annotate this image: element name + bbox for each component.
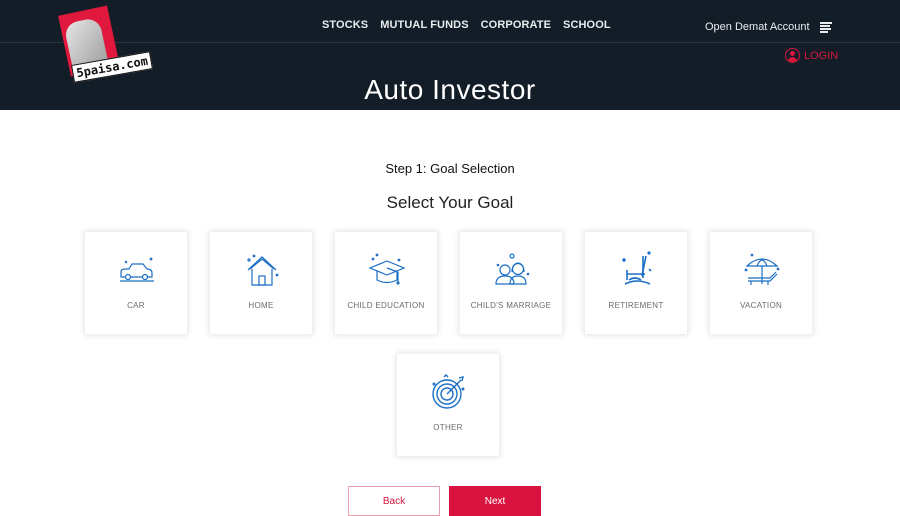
goal-label: OTHER: [433, 423, 463, 432]
goal-label: CHILD EDUCATION: [347, 301, 425, 310]
rocking-chair-icon: [622, 251, 652, 285]
nav-school[interactable]: SCHOOL: [563, 19, 611, 31]
user-icon: [785, 48, 800, 63]
next-button[interactable]: Next: [449, 486, 541, 516]
goal-card-home[interactable]: HOME: [209, 231, 313, 335]
graduation-cap-icon: [368, 253, 406, 285]
hamburger-menu-icon[interactable]: [820, 22, 832, 33]
goal-card-car[interactable]: CAR: [84, 231, 188, 335]
section-title: Select Your Goal: [386, 193, 514, 212]
main-nav: STOCKS MUTUAL FUNDS CORPORATE SCHOOL: [322, 19, 611, 31]
goal-card-other[interactable]: OTHER: [396, 353, 500, 457]
beach-umbrella-icon: [744, 253, 780, 285]
logo[interactable]: 5paisa.com: [58, 5, 154, 84]
back-button[interactable]: Back: [348, 486, 440, 516]
step-indicator: Step 1: Goal Selection: [385, 161, 515, 176]
nav-stocks[interactable]: STOCKS: [322, 19, 368, 31]
goal-card-childs-marriage[interactable]: CHILD'S MARRIAGE: [459, 231, 563, 335]
goal-label: CHILD'S MARRIAGE: [470, 301, 552, 310]
login-link[interactable]: LOGIN: [785, 48, 838, 63]
goal-card-vacation[interactable]: VACATION: [709, 231, 813, 335]
target-icon: [432, 374, 465, 409]
open-demat-account-link[interactable]: Open Demat Account: [705, 21, 810, 33]
goal-card-retirement[interactable]: RETIREMENT: [584, 231, 688, 335]
goal-label: CAR: [127, 301, 145, 310]
page-title: Auto Investor: [364, 74, 536, 105]
goal-label: RETIREMENT: [608, 301, 664, 310]
goal-label: VACATION: [739, 301, 783, 310]
goal-label: HOME: [248, 301, 274, 310]
car-icon: [120, 257, 154, 282]
home-icon: [247, 254, 279, 286]
header: 5paisa.com STOCKS MUTUAL FUNDS CORPORATE…: [0, 0, 900, 110]
nav-corporate[interactable]: CORPORATE: [481, 19, 551, 31]
login-label: LOGIN: [804, 49, 839, 62]
goal-card-child-education[interactable]: CHILD EDUCATION: [334, 231, 438, 335]
nav-mutual-funds[interactable]: MUTUAL FUNDS: [380, 19, 468, 31]
couple-icon: [495, 253, 530, 285]
